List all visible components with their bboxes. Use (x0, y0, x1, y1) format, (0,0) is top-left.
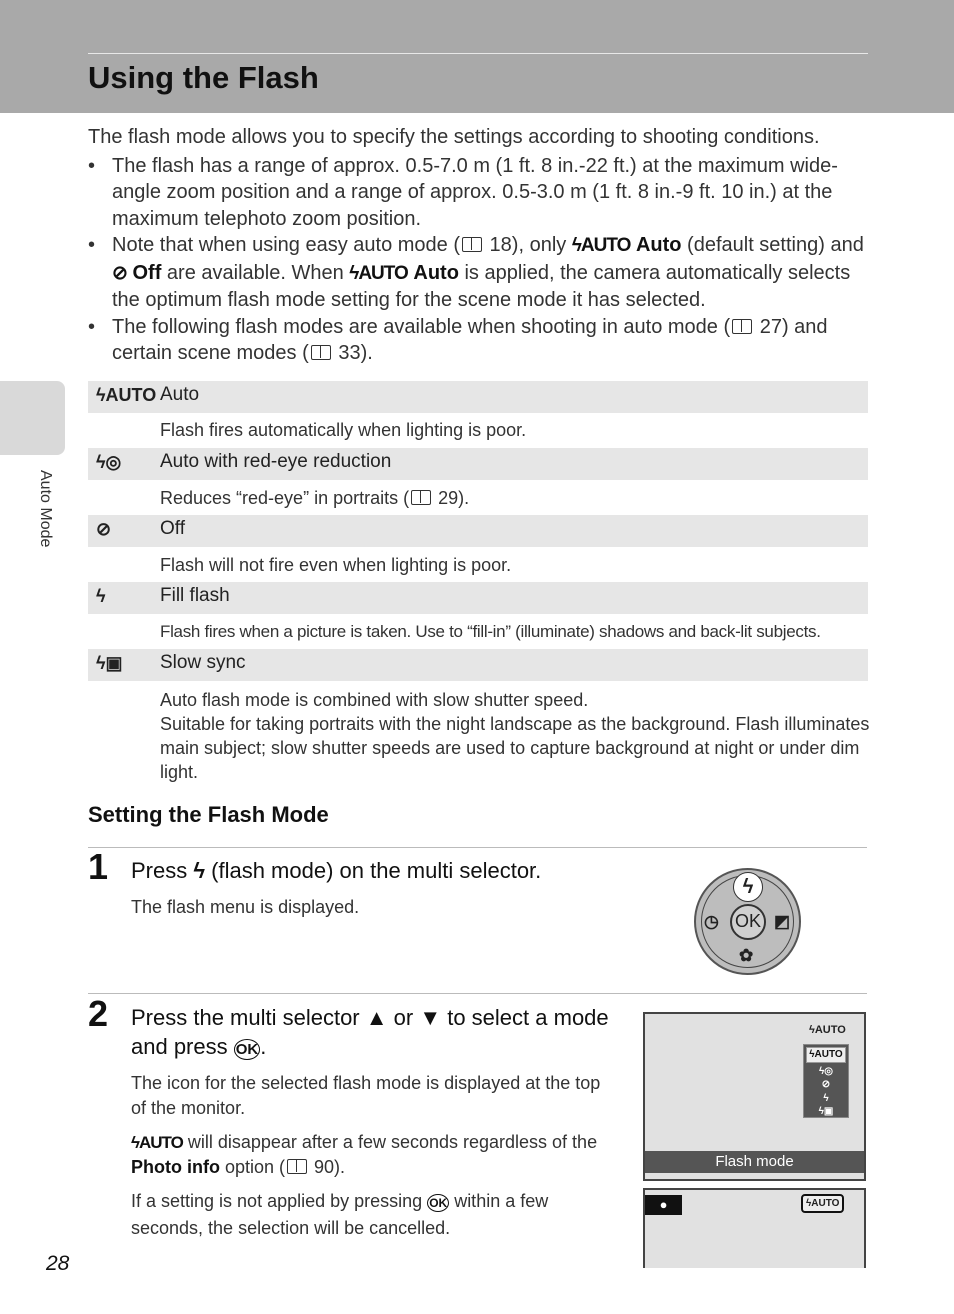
step-number: 2 (88, 993, 109, 1034)
text: Off (132, 261, 162, 284)
text: The following flash modes are available … (112, 315, 731, 338)
text: 90). (309, 1157, 346, 1177)
text: (default setting) and (681, 234, 864, 256)
ok-button-icon: OK (730, 904, 766, 940)
step-divider (88, 993, 867, 994)
mode-label: Fill flash (160, 585, 230, 606)
page-title: Using the Flash (88, 60, 319, 95)
book-icon (287, 1159, 308, 1174)
intro-text: The flash mode allows you to specify the… (88, 124, 878, 367)
flash-mode-menu: ϟAUTO ϟ◎ ⊘ ϟ ϟ▣ (803, 1044, 849, 1118)
mode-row-slow: ϟ▣ Slow sync (88, 649, 868, 681)
step2-text: If a setting is not applied by pressing … (131, 1189, 611, 1241)
multi-selector-diagram: ϟ OK ◷ ◩ ✿ (694, 868, 801, 975)
bullet-range: The flash has a range of approx. 0.5-7.0… (88, 153, 878, 233)
step2-text: The icon for the selected flash mode is … (131, 1073, 601, 1118)
text: Reduces “red-eye” in portraits ( (160, 488, 410, 508)
down-arrow-icon: ▼ (419, 1005, 442, 1030)
mode-label: Auto (160, 384, 200, 405)
mode-desc: Flash will not fire even when lighting i… (160, 555, 512, 575)
step2-title: Press the multi selector ▲ or ▼ to selec… (131, 1003, 611, 1064)
mode-row-off: ⊘ Off (88, 515, 868, 547)
text: . (260, 1034, 267, 1059)
bullet-list: The flash has a range of approx. 0.5-7.0… (88, 153, 878, 367)
camera-icon: ● (645, 1195, 682, 1215)
monitor-screen-shooting: ● ϟAUTO (643, 1188, 866, 1268)
flash-auto-icon: ϟAUTO (571, 235, 632, 256)
flash-redeye-icon: ϟ◎ (818, 1065, 834, 1077)
page-number: 28 (46, 1252, 70, 1275)
slow-sync-icon: ϟ▣ (818, 1106, 834, 1117)
text: Note that when using easy auto mode ( (112, 234, 460, 256)
mode-desc: Auto flash mode is combined with slow sh… (160, 688, 870, 784)
mode-label: Slow sync (160, 652, 246, 673)
self-timer-icon: ◷ (704, 912, 719, 931)
up-arrow-icon: ▲ (365, 1005, 388, 1030)
step-number: 1 (88, 846, 109, 887)
flash-icon: ϟ (733, 872, 763, 902)
mode-row-redeye: ϟ◎ Auto with red-eye reduction (88, 448, 868, 480)
flash-auto-icon: ϟAUTO (801, 1194, 845, 1213)
ok-button-icon: OK (427, 1194, 450, 1212)
flash-off-icon: ⊘ (821, 1079, 831, 1090)
text: 33). (332, 342, 373, 364)
flash-auto-icon: ϟAUTO (809, 1024, 846, 1036)
fill-flash-icon: ϟ (96, 586, 106, 606)
text: or (387, 1005, 420, 1030)
mode-label: Auto with red-eye reduction (160, 451, 392, 472)
macro-icon: ✿ (739, 946, 754, 965)
monitor-screen-menu: ϟAUTO ϟAUTO ϟ◎ ⊘ ϟ ϟ▣ Flash mode (643, 1012, 866, 1181)
mode-desc: Reduces “red-eye” in portraits ( 29). (160, 486, 870, 510)
text: Press the multi selector (131, 1005, 366, 1030)
step2-text: ϟAUTO will disappear after a few seconds… (131, 1130, 611, 1180)
text: Photo info (131, 1157, 220, 1177)
fill-flash-icon: ϟ (823, 1092, 829, 1104)
bullet-modes: The following flash modes are available … (88, 314, 878, 367)
text: option ( (219, 1157, 286, 1177)
mode-row-fill: ϟ Fill flash (88, 582, 868, 614)
step1-text: The flash menu is displayed. (131, 897, 360, 917)
step-divider (88, 847, 867, 848)
text: 18), only (484, 234, 572, 256)
book-icon (310, 345, 331, 360)
mode-desc: Flash fires when a picture is taken. Use… (160, 622, 821, 641)
flash-auto-icon: ϟAUTO (96, 385, 157, 405)
bullet-easy-auto: Note that when using easy auto mode ( 18… (88, 232, 878, 314)
slow-sync-icon: ϟ▣ (96, 653, 123, 673)
flash-redeye-icon: ϟ◎ (96, 452, 122, 472)
screen-caption: Flash mode (645, 1151, 864, 1173)
step1-title: Press ϟ (flash mode) on the multi select… (131, 856, 541, 885)
ok-button-icon: OK (233, 1039, 261, 1060)
text: (flash mode) on the multi selector. (205, 858, 542, 883)
exposure-comp-icon: ◩ (774, 912, 791, 931)
text: Suitable for taking portraits with the n… (160, 714, 870, 782)
mode-label: Off (160, 518, 185, 539)
bullet-text: The flash has a range of approx. 0.5-7.0… (112, 154, 838, 230)
mode-row-auto: ϟAUTO Auto (88, 381, 868, 413)
header-band (0, 0, 954, 113)
text: 29). (433, 488, 470, 508)
flash-off-icon: ⊘ (96, 519, 112, 539)
flash-auto-icon: ϟAUTO (806, 1047, 846, 1063)
text: Auto (635, 234, 682, 256)
section-title: Setting the Flash Mode (88, 802, 329, 827)
flash-auto-icon: ϟAUTO (131, 1133, 184, 1152)
text: Auto flash mode is combined with slow sh… (160, 690, 589, 710)
book-icon (732, 318, 753, 334)
text: If a setting is not applied by pressing (131, 1191, 428, 1211)
flash-off-icon: ⊘ (112, 262, 128, 284)
mode-desc: Flash fires automatically when lighting … (160, 420, 527, 440)
book-icon (462, 237, 482, 252)
text: Press (131, 858, 194, 883)
header-rule (88, 53, 868, 54)
text: are available. When (161, 261, 350, 284)
flash-auto-icon: ϟAUTO (349, 262, 409, 284)
section-label: Auto Mode (37, 470, 54, 548)
text: will disappear after a few seconds regar… (182, 1132, 598, 1152)
section-tab (0, 381, 65, 455)
flash-icon: ϟ (193, 858, 206, 883)
text: Auto (413, 261, 459, 284)
book-icon (411, 490, 432, 505)
intro-paragraph: The flash mode allows you to specify the… (88, 126, 820, 148)
